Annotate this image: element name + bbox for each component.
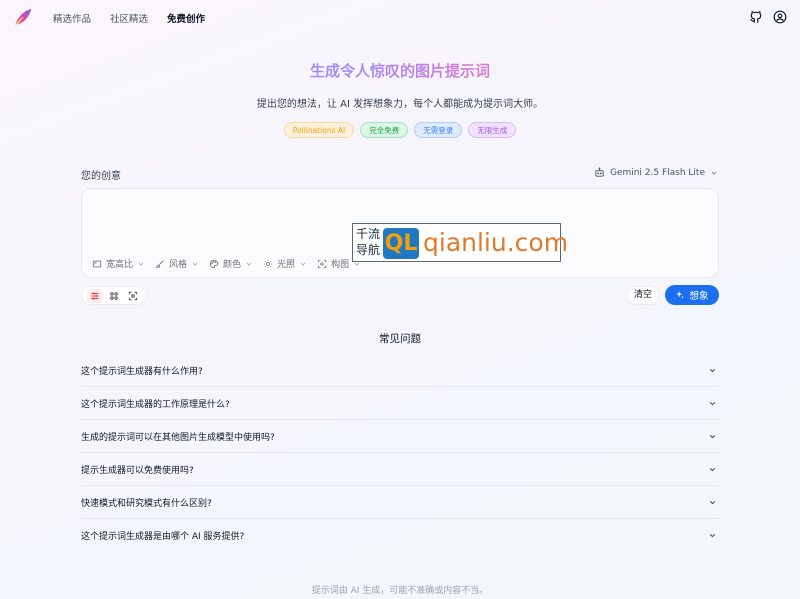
sliders-icon (91, 291, 100, 300)
scan-icon (128, 291, 137, 300)
chevron-down-icon (709, 500, 716, 504)
page-subtitle: 提出您的想法，让 AI 发挥想象力，每个人都能成为提示词大师。 (256, 99, 544, 110)
faq-item[interactable]: 生成的提示词可以在其他图片生成模型中使用吗? (81, 420, 719, 453)
nav-link-featured[interactable]: 精选作品 (53, 11, 91, 25)
faq-question: 快速模式和研究模式有什么区别? (81, 498, 212, 509)
github-icon[interactable] (749, 10, 763, 24)
option-label: 风格 (169, 260, 188, 270)
mode-image-button[interactable] (125, 289, 141, 303)
watermark-line1: 千流 (356, 227, 381, 241)
faq-item[interactable]: 这个提示词生成器有什么作用? (81, 354, 719, 387)
faq-item[interactable]: 提示生成器可以免费使用吗? (81, 453, 719, 486)
chevron-down-icon (192, 262, 198, 266)
badge-unlimited: 无限生成 (468, 122, 517, 138)
chevron-down-icon (709, 401, 716, 405)
chevron-down-icon (300, 262, 306, 266)
faq-question: 这个提示词生成器有什么作用? (81, 366, 203, 377)
model-select[interactable]: Gemini 2.5 Flash Lite (594, 167, 718, 178)
model-name: Gemini 2.5 Flash Lite (609, 167, 705, 178)
nodes-icon (110, 291, 118, 300)
watermark: 千流 导航 QL qianliu.com (352, 223, 568, 262)
user-icon[interactable] (773, 10, 787, 24)
disclaimer-note: 提示词由 AI 生成，可能不准确或内容不当。 (311, 586, 489, 596)
faq-question: 提示生成器可以免费使用吗? (81, 465, 194, 476)
faq-item[interactable]: 这个提示词生成器的工作原理是什么? (81, 387, 719, 420)
nav-link-community[interactable]: 社区精选 (110, 11, 148, 25)
frame-icon (317, 259, 327, 268)
chevron-down-icon (138, 262, 144, 266)
badge-no-login: 无需登录 (414, 122, 463, 138)
watermark-domain: qianliu.com (423, 228, 569, 257)
brush-icon (156, 259, 164, 268)
top-nav: 精选作品 社区精选 免费创作 (0, 0, 800, 36)
option-lighting[interactable]: 光照 (263, 257, 307, 270)
badge-pollinations: Pollinations AI (283, 122, 355, 138)
chevron-down-icon (709, 368, 716, 372)
chevron-down-icon (246, 262, 252, 266)
badge-free: 完全免费 (360, 122, 409, 138)
imagine-label: 想象 (689, 291, 709, 302)
palette-icon (209, 259, 219, 268)
page-title: 生成令人惊叹的图片提示词 (0, 60, 800, 81)
mode-research-button[interactable] (106, 289, 122, 303)
faq-question: 这个提示词生成器是由哪个 AI 服务提供? (81, 532, 245, 542)
sparkles-icon (676, 291, 685, 299)
faq-question: 这个提示词生成器的工作原理是什么? (81, 399, 230, 410)
chevron-down-icon (709, 467, 716, 471)
prompt-options: 宽高比 风格 颜色 光照 构图 (92, 257, 361, 270)
feather-logo-icon[interactable] (12, 7, 34, 29)
option-color[interactable]: 颜色 (209, 257, 253, 270)
watermark-logo: QL (383, 228, 419, 259)
mode-fast-button[interactable] (87, 288, 104, 303)
nav-link-create[interactable]: 免费创作 (167, 11, 205, 25)
idea-label: 您的创意 (81, 171, 121, 182)
faq-question: 生成的提示词可以在其他图片生成模型中使用吗? (81, 432, 275, 443)
option-style[interactable]: 风格 (155, 257, 199, 270)
imagine-button[interactable]: 想象 (665, 285, 719, 305)
chevron-down-icon (709, 534, 716, 538)
watermark-line2: 导航 (356, 243, 381, 257)
sun-icon (263, 259, 273, 268)
mode-toggle (81, 286, 147, 305)
chevron-down-icon (709, 434, 716, 438)
chevron-down-icon (711, 171, 717, 175)
option-label: 颜色 (223, 260, 242, 270)
option-label: 光照 (277, 260, 296, 270)
option-label: 宽高比 (106, 260, 134, 270)
option-aspect-ratio[interactable]: 宽高比 (92, 257, 145, 270)
faq-list: 这个提示词生成器有什么作用? 这个提示词生成器的工作原理是什么? 生成的提示词可… (81, 354, 719, 552)
faq-item[interactable]: 这个提示词生成器是由哪个 AI 服务提供? (81, 519, 719, 552)
bot-icon (595, 167, 604, 177)
faq-item[interactable]: 快速模式和研究模式有什么区别? (81, 486, 719, 519)
aspect-ratio-icon (92, 260, 102, 267)
option-label: 构图 (331, 260, 350, 270)
clear-button[interactable]: 清空 (627, 286, 659, 305)
faq-title: 常见问题 (379, 333, 421, 345)
feature-badges: Pollinations AI 完全免费 无需登录 无限生成 (0, 122, 800, 138)
